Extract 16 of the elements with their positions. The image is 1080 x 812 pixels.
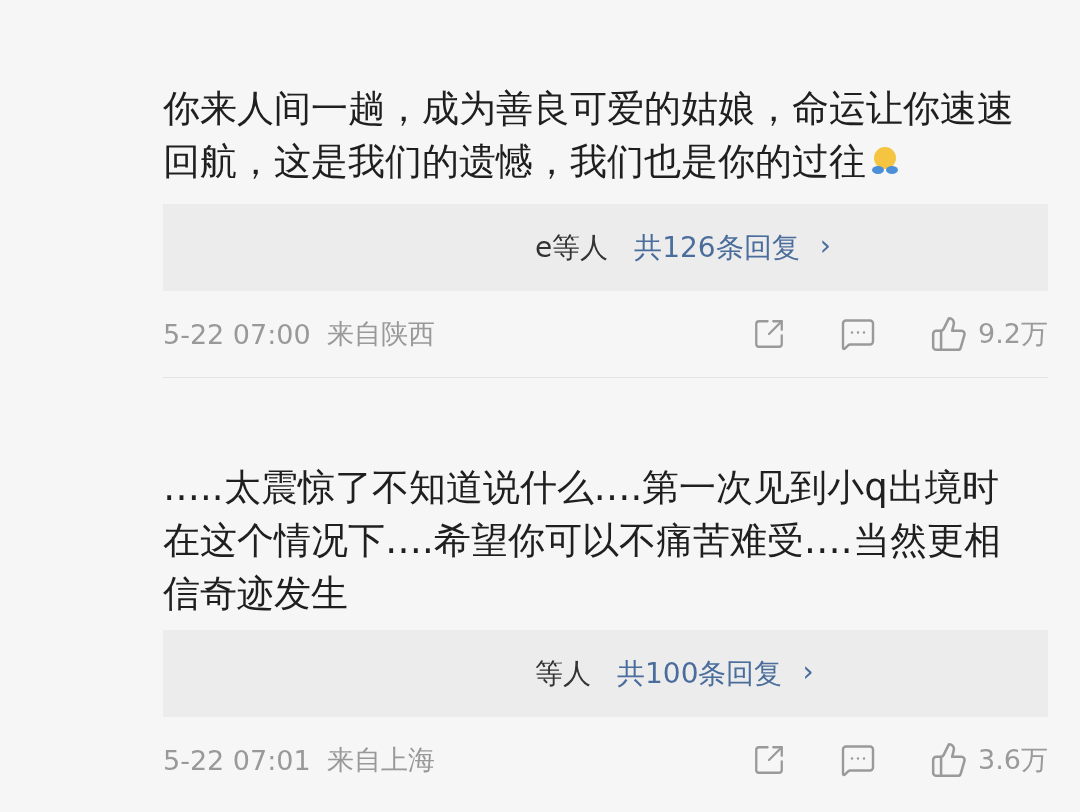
view-replies-link[interactable]: 共100条回复 › (617, 654, 814, 693)
comment-text: 你来人间一趟，成为善良可爱的姑娘，命运让你速速回航，这是我们的遗憾，我们也是你的过往 (163, 87, 1014, 183)
thumbs-up-icon (930, 741, 969, 779)
comment-location: 来自陕西 (326, 317, 435, 351)
repliers-text: 等人 (535, 655, 591, 692)
like-button[interactable]: 3.6万 (930, 741, 1048, 779)
comment-time: 5-22 07:00 (163, 318, 311, 350)
like-button[interactable]: 9.2万 (930, 315, 1048, 353)
comment-location: 来自上海 (326, 743, 435, 777)
thumbs-up-icon (930, 315, 969, 353)
comment-icon[interactable] (840, 742, 877, 778)
comment-time: 5-22 07:01 (163, 744, 311, 776)
view-replies-link[interactable]: 共126条回复 › (634, 228, 831, 267)
repliers-text: e等人 (535, 229, 609, 266)
comment-text: …..太震惊了不知道说什么….第一次见到小q出境时在这个情况下….希望你可以不痛苦难受….当然更相信奇迹发生 (163, 466, 1001, 615)
comment-icon[interactable] (840, 316, 877, 352)
